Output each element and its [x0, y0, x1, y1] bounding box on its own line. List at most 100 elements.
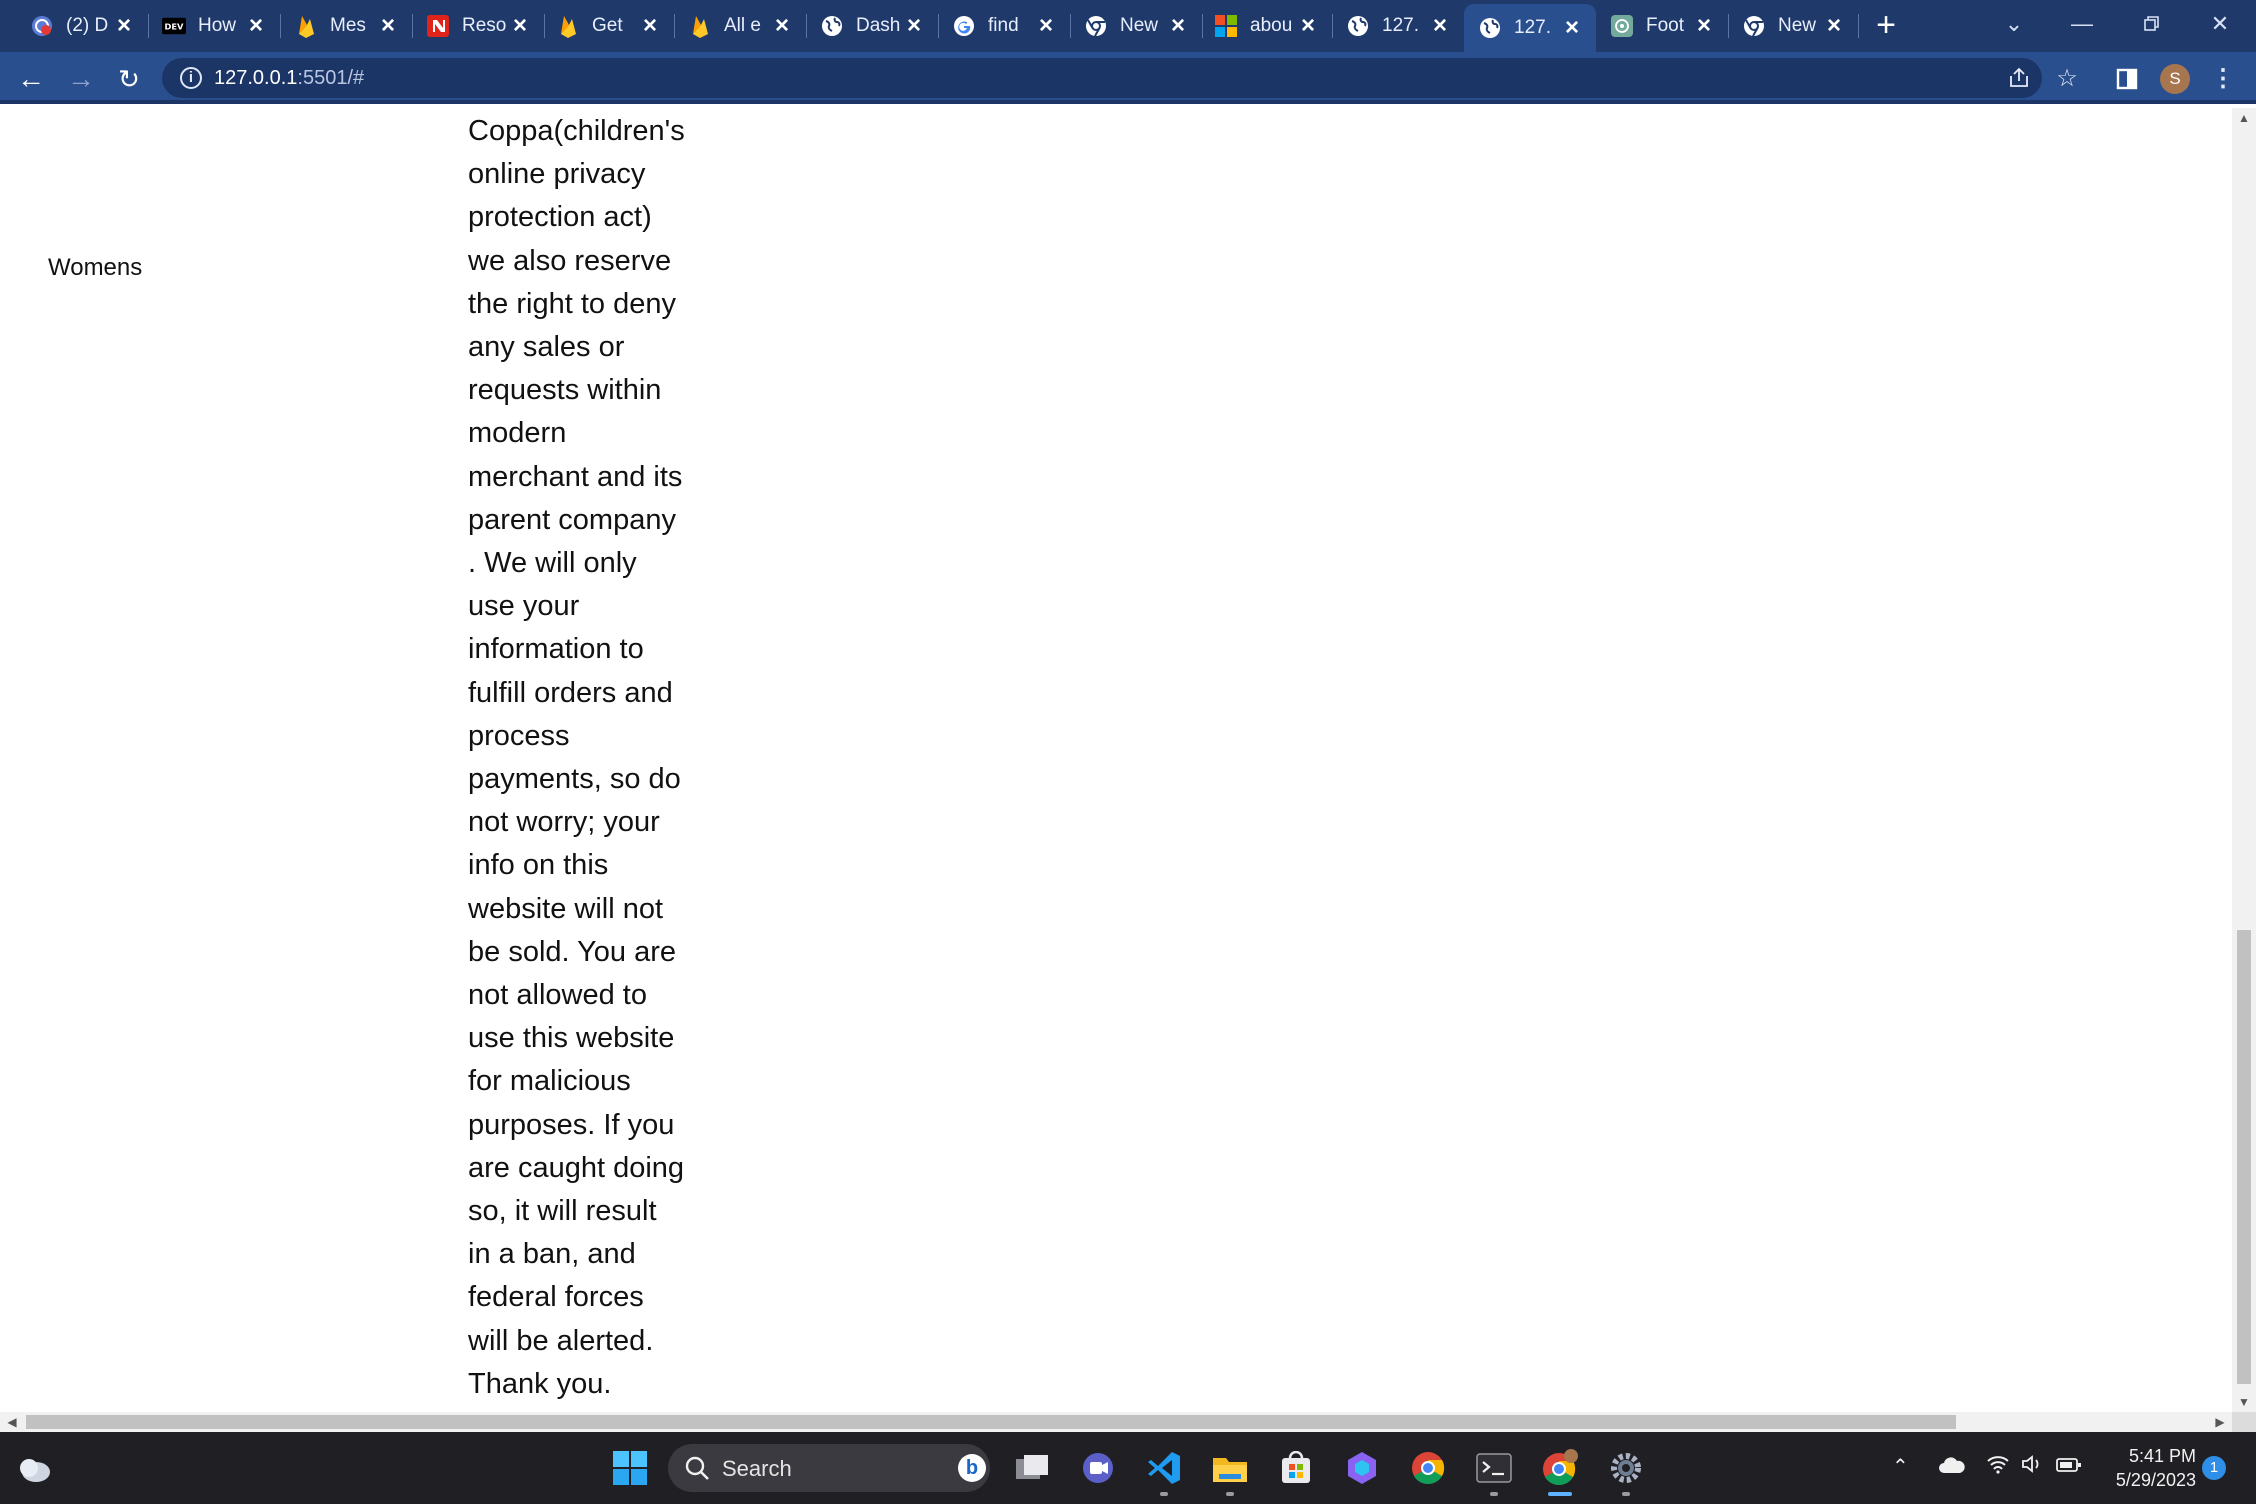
volume-icon[interactable] [2020, 1454, 2044, 1480]
chrome-icon [1742, 14, 1766, 38]
browser-tab[interactable]: New × [1728, 6, 1859, 46]
bookmark-star-icon[interactable]: ☆ [2052, 64, 2082, 94]
google-icon [952, 14, 976, 38]
policy-line: fulfill orders and [468, 676, 673, 709]
firebase-icon [688, 14, 712, 38]
policy-line: purposes. If you [468, 1108, 675, 1141]
vscode-icon[interactable] [1142, 1446, 1186, 1496]
system-clock[interactable]: 5:41 PM 5/29/2023 [2100, 1444, 2196, 1492]
task-view-icon[interactable] [1010, 1446, 1054, 1490]
clock-date: 5/29/2023 [2115, 1470, 2196, 1490]
forward-button[interactable]: → [62, 60, 100, 98]
globe-icon [1346, 14, 1370, 38]
policy-line: we also reserve [468, 244, 672, 277]
tab-search-button[interactable]: ⌄ [1984, 6, 2044, 42]
browser-tab[interactable]: find × [938, 6, 1071, 46]
tab-title: (2) D [66, 15, 109, 36]
tab-close-icon[interactable]: × [638, 14, 662, 38]
policy-line: use this website [468, 1022, 675, 1055]
taskbar-search-box[interactable]: Search b [668, 1444, 990, 1492]
address-bar[interactable]: i 127.0.0.1:5501/# [162, 58, 2042, 98]
tab-strip: (2) D × DEV How × Mes × Reso × Get × All e × Dash × fin… [0, 0, 2256, 52]
browser-tab[interactable]: Get × [542, 6, 675, 46]
browser-tab[interactable]: Dash × [806, 6, 939, 46]
tab-close-icon[interactable]: × [902, 14, 926, 38]
tab-title: Dash [856, 15, 901, 36]
policy-line: merchant and its [468, 460, 683, 493]
vertical-scrollbar[interactable]: ▲ ▼ [2232, 108, 2256, 1412]
back-button[interactable]: ← [12, 60, 50, 98]
scroll-down-arrow-icon[interactable]: ▼ [2232, 1392, 2256, 1412]
browser-tab-active[interactable]: 127. × [1464, 4, 1596, 52]
profile-avatar[interactable]: S [2160, 64, 2190, 94]
policy-line: for malicious [468, 1065, 631, 1098]
bing-icon[interactable]: b [958, 1454, 986, 1482]
browser-tab[interactable]: (2) D × [16, 6, 149, 46]
share-icon[interactable] [2004, 63, 2034, 93]
tab-close-icon[interactable]: × [1822, 14, 1846, 38]
browser-tab[interactable]: New × [1070, 6, 1203, 46]
browser-tab[interactable]: Mes × [280, 6, 413, 46]
battery-icon[interactable] [2056, 1456, 2082, 1479]
browser-tab[interactable]: Reso × [412, 6, 545, 46]
browser-tab[interactable]: DEV How × [148, 6, 281, 46]
side-panel-icon[interactable] [2112, 64, 2142, 94]
browser-tab[interactable]: abou × [1200, 6, 1333, 46]
wifi-icon[interactable] [1986, 1454, 2010, 1480]
tab-title: How [198, 15, 237, 36]
chrome-profile-icon[interactable] [1538, 1446, 1582, 1496]
site-info-icon[interactable]: i [180, 67, 202, 89]
tab-close-icon[interactable]: × [508, 14, 532, 38]
chrome-icon [1084, 14, 1108, 38]
tab-close-icon[interactable]: × [244, 14, 268, 38]
minimize-button[interactable]: — [2052, 6, 2112, 42]
tab-title: Foot [1646, 15, 1685, 36]
tab-close-icon[interactable]: × [376, 14, 400, 38]
restore-button[interactable] [2122, 6, 2182, 42]
settings-gear-icon[interactable] [1604, 1446, 1648, 1496]
reload-button[interactable]: ↻ [110, 60, 148, 98]
scroll-left-arrow-icon[interactable]: ◀ [2, 1412, 22, 1432]
notion-icon [426, 14, 450, 38]
file-explorer-icon[interactable] [1208, 1446, 1252, 1496]
tab-close-icon[interactable]: × [112, 14, 136, 38]
policy-line: Thank you. [468, 1367, 612, 1400]
microsoft-store-icon[interactable] [1274, 1446, 1318, 1490]
onedrive-cloud-icon[interactable] [1938, 1456, 1966, 1480]
tab-close-icon[interactable]: × [770, 14, 794, 38]
horizontal-scroll-thumb[interactable] [26, 1415, 1956, 1429]
tab-close-icon[interactable]: × [1296, 14, 1320, 38]
scroll-up-arrow-icon[interactable]: ▲ [2232, 108, 2256, 128]
chrome-icon[interactable] [1406, 1446, 1450, 1490]
horizontal-scrollbar[interactable]: ◀ ▶ [0, 1412, 2232, 1432]
policy-line: payments, so do [468, 763, 681, 796]
nav-link-womens[interactable]: Womens [48, 254, 142, 282]
tab-close-icon[interactable]: × [1692, 14, 1716, 38]
browser-tab[interactable]: All e × [674, 6, 807, 46]
show-hidden-icons-chevron-icon[interactable]: ⌃ [1892, 1454, 1909, 1479]
menu-kebab-icon[interactable]: ⋮ [2208, 64, 2238, 94]
svg-text:DEV: DEV [165, 22, 185, 32]
power-automate-icon[interactable] [1340, 1446, 1384, 1490]
vertical-scroll-thumb[interactable] [2237, 930, 2251, 1384]
policy-line: any sales or [468, 331, 625, 364]
start-button[interactable] [612, 1450, 648, 1486]
teams-chat-icon[interactable] [1076, 1446, 1120, 1490]
page-content: Womens Coppa(children's online privacy pro… [0, 108, 2232, 1412]
terminal-icon[interactable] [1472, 1446, 1516, 1496]
tab-close-icon[interactable]: × [1034, 14, 1058, 38]
tab-close-icon[interactable]: × [1428, 14, 1452, 38]
policy-line: process [468, 719, 570, 752]
tab-title: New [1120, 15, 1159, 36]
notification-badge[interactable]: 1 [2202, 1456, 2226, 1480]
new-tab-button[interactable]: + [1870, 8, 1902, 42]
browser-tab[interactable]: 127. × [1332, 6, 1464, 46]
browser-tab[interactable]: Foot × [1596, 6, 1729, 46]
microsoft-icon [1214, 14, 1238, 38]
scroll-right-arrow-icon[interactable]: ▶ [2210, 1412, 2230, 1432]
policy-line: information to [468, 633, 644, 666]
tab-close-icon[interactable]: × [1166, 14, 1190, 38]
weather-widget-icon[interactable] [16, 1452, 52, 1484]
close-window-button[interactable]: ✕ [2190, 6, 2250, 42]
tab-close-icon[interactable]: × [1560, 16, 1584, 40]
